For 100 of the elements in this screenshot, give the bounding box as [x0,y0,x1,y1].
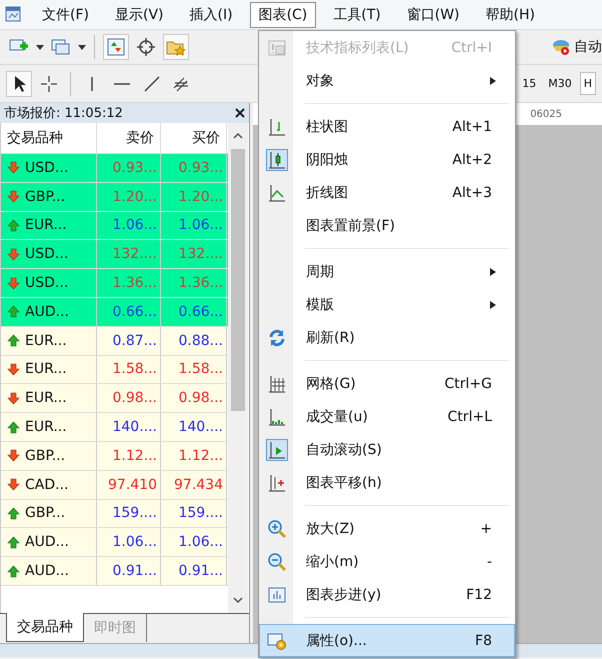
price-cell: 1.36... [161,269,227,297]
crosshair-icon[interactable] [136,37,156,57]
symbol-text: GBP... [25,188,66,205]
crosshair-lines-icon[interactable] [39,74,59,94]
menu-item[interactable]: 文件(F) [33,2,98,28]
symbol-text: AUD... [25,304,69,320]
menu-item[interactable]: 工具(T) [324,2,390,28]
timeframe-button[interactable]: M30 [544,72,576,95]
quote-row[interactable]: USD... 0.93... 0.93... [1,154,228,183]
price-cell: 1.20... [161,182,227,211]
menu-item[interactable]: 插入(I) [180,2,242,28]
quote-row[interactable]: USD... 132.... 132.... [1,240,228,270]
price-cell: 0.66... [161,298,227,326]
symbol-text: EUR... [25,217,67,234]
price-cell: 1.12... [97,442,161,470]
price-cell: 1.06... [161,212,227,240]
price-cell: 1.58... [97,356,161,384]
quote-row[interactable]: GBP... 1.20... 1.20... [1,182,228,212]
scroll-thumb[interactable] [231,149,245,411]
cloud-icon [551,37,571,57]
menu-item[interactable]: 图表(C) [250,2,316,28]
scroll-up-icon[interactable] [233,133,243,139]
quote-row[interactable]: USD... 1.36... 1.36... [1,269,228,298]
close-icon[interactable] [235,108,245,118]
price-cell: 0.98... [161,384,227,412]
panel-tab[interactable]: 交易品种 [6,613,84,642]
quote-row[interactable]: AUD... 0.66... 0.66... [1,298,228,327]
quote-row[interactable]: CAD... 97.410 97.434 [1,470,228,500]
price-cell: 1.06... [97,528,161,556]
menu-item[interactable]: 图表平移(h) [259,466,515,499]
quote-row[interactable]: AUD... 0.91... 0.91... [1,557,228,586]
menu-item[interactable]: 属性(o)... F8 [259,624,515,657]
symbol-text: EUR... [25,390,67,406]
scroll-down-icon[interactable] [233,597,243,603]
price-cell: 1.12... [161,442,227,470]
menu-item[interactable]: 阴阳烛 Alt+2 [259,143,515,176]
caret-icon[interactable] [36,44,44,50]
zoom-in-icon [267,518,287,538]
auto-trading-button[interactable]: 自动 [549,35,602,59]
timeframe-button[interactable]: 15 [518,72,540,95]
price-cell: 140.... [97,413,161,441]
menu-item[interactable]: 图表步进(y) F12 [259,578,515,611]
indicators-icon [267,38,287,58]
grid-icon [267,374,287,394]
price-cell: 1.06... [97,212,161,240]
menu-item[interactable]: 刷新(R) [259,321,515,354]
menu-item[interactable]: 放大(Z) + [259,512,515,545]
price-cell: 0.88... [161,326,227,355]
menu-item[interactable]: 显示(V) [106,2,172,28]
timeframe-button[interactable]: H [580,72,596,95]
price-cell: 140.... [161,413,227,441]
menu-item[interactable]: 模版 [259,288,515,321]
zoom-out-icon [267,552,287,572]
symbol-text: GBP... [25,505,66,522]
symbol-text: AUD... [25,534,69,550]
price-cell: 1.20... [97,182,161,211]
quote-row[interactable]: AUD... 1.06... 1.06... [1,528,228,558]
price-cell: 159.... [97,500,161,528]
chart-step-icon [267,584,287,604]
menu-item[interactable]: 网格(G) Ctrl+G [259,367,515,400]
volume-icon [267,406,287,426]
quote-row[interactable]: EUR... 0.87... 0.88... [1,326,228,356]
quote-row[interactable]: EUR... 140.... 140.... [1,413,228,442]
quote-row[interactable]: GBP... 159.... 159.... [1,500,228,528]
price-cell: 132.... [161,240,227,268]
caret-icon[interactable] [78,44,86,50]
quote-row[interactable]: EUR... 1.06... 1.06... [1,212,228,240]
menu-item[interactable]: 帮助(H) [476,2,544,28]
properties-icon [267,630,287,650]
windows-icon[interactable] [51,37,71,57]
menu-item[interactable]: 对象 [259,64,515,97]
price-cell: 159.... [161,500,227,528]
menu-item[interactable]: 自动滚动(S) [259,433,515,466]
column-header[interactable]: 交易品种 [1,123,97,153]
app-icon[interactable] [5,6,23,24]
symbol-text: EUR... [25,332,67,349]
bar-chart-icon [267,116,287,136]
price-cell: 0.93... [97,154,161,182]
quote-row[interactable]: GBP... 1.12... 1.12... [1,442,228,471]
price-cell: 97.434 [161,470,227,499]
refresh-icon [267,328,287,348]
menu-item[interactable]: 柱状图 Alt+1 [259,110,515,143]
symbol-text: CAD... [25,476,68,493]
quote-row[interactable]: EUR... 1.58... 1.58... [1,356,228,384]
scrollbar[interactable] [228,123,248,613]
trend-line-icon[interactable] [142,74,162,94]
market-arrows-icon[interactable] [106,37,126,57]
column-header[interactable]: 卖价 [97,123,161,153]
price-label: 06025 [530,108,562,120]
menu-item[interactable]: 窗口(W) [398,2,469,28]
menu-item[interactable]: 周期 [259,255,515,288]
menu-item[interactable]: 缩小(m) - [259,545,515,578]
price-cell: 0.66... [97,298,161,326]
quote-row[interactable]: EUR... 0.98... 0.98... [1,384,228,414]
symbol-text: USD... [25,246,68,262]
menu-item[interactable]: 成交量(u) Ctrl+L [259,400,515,433]
column-header[interactable]: 买价 [161,123,227,153]
price-cell: 0.98... [97,384,161,412]
menu-item[interactable]: 图表置前景(F) [259,209,515,242]
menu-item[interactable]: 折线图 Alt+3 [259,176,515,209]
